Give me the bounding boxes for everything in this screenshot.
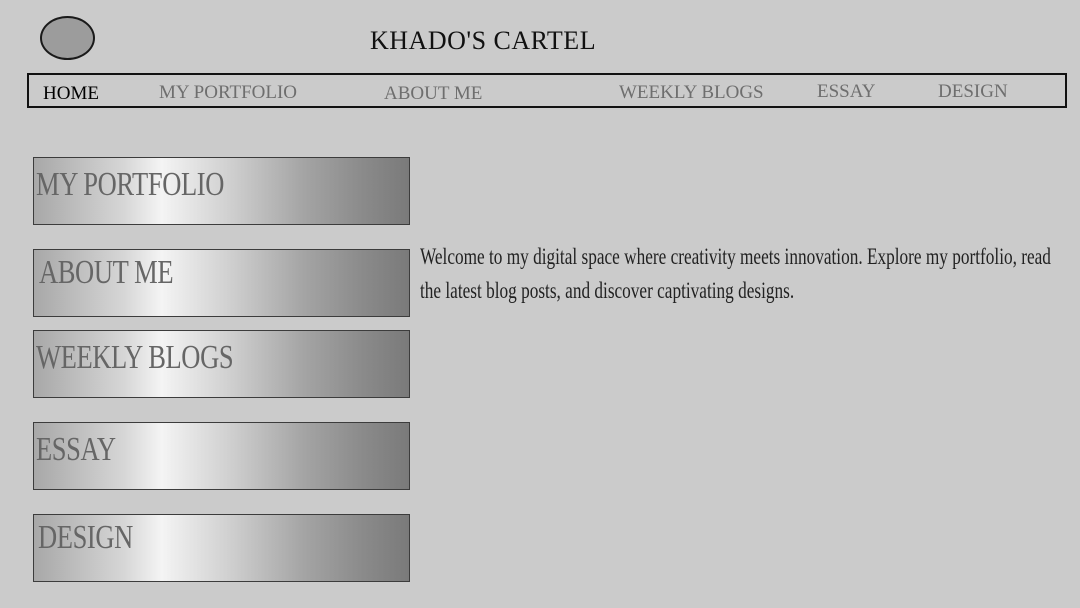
- sidebar-button-design[interactable]: DESIGN: [33, 514, 410, 582]
- nav-item-home[interactable]: HOME: [43, 83, 99, 105]
- site-title: KHADO'S CARTEL: [370, 26, 597, 55]
- sidebar-button-label: MY PORTFOLIO: [36, 166, 224, 203]
- sidebar-button-essay[interactable]: ESSAY: [33, 422, 410, 490]
- welcome-section: Welcome to my digital space where creati…: [420, 240, 1075, 310]
- nav-item-design[interactable]: DESIGN: [938, 81, 1008, 103]
- nav-item-about-me[interactable]: ABOUT ME: [384, 83, 482, 105]
- logo-circle: [40, 16, 95, 60]
- sidebar-button-my-portfolio[interactable]: MY PORTFOLIO: [33, 157, 410, 225]
- sidebar-button-about-me[interactable]: ABOUT ME: [33, 249, 410, 317]
- nav-item-essay[interactable]: ESSAY: [817, 81, 875, 103]
- sidebar-button-label: ABOUT ME: [39, 254, 174, 291]
- sidebar-button-weekly-blogs[interactable]: WEEKLY BLOGS: [33, 330, 410, 398]
- welcome-text: Welcome to my digital space where creati…: [420, 244, 1051, 303]
- nav-item-weekly-blogs[interactable]: WEEKLY BLOGS: [619, 82, 764, 104]
- nav-item-my-portfolio[interactable]: MY PORTFOLIO: [159, 82, 297, 104]
- sidebar-button-label: ESSAY: [36, 431, 116, 468]
- top-navigation: HOME MY PORTFOLIO ABOUT ME WEEKLY BLOGS …: [27, 73, 1067, 108]
- sidebar-button-label: WEEKLY BLOGS: [36, 339, 234, 376]
- sidebar-button-label: DESIGN: [38, 519, 133, 556]
